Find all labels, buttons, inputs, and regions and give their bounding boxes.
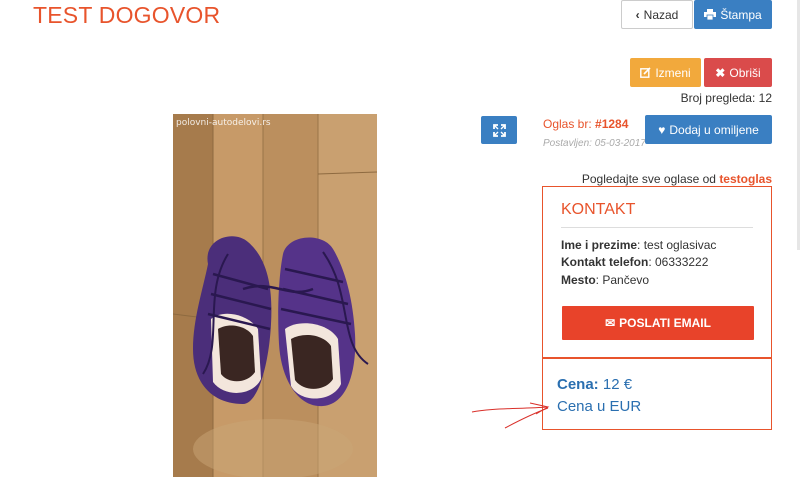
see-all-ads: Pogledajte sve oglase od testoglas xyxy=(582,172,772,186)
see-all-text: Pogledajte sve oglase od xyxy=(581,172,720,186)
seller-link[interactable]: testoglas xyxy=(719,172,772,186)
edit-icon xyxy=(640,67,651,78)
contact-phone-label: Kontakt telefon xyxy=(561,255,649,269)
view-count: Broj pregleda: 12 xyxy=(680,91,772,105)
add-to-favorites-label: Dodaj u omiljene xyxy=(669,122,759,137)
ad-number: Oglas br: #1284 xyxy=(543,117,628,131)
heart-icon: ♥ xyxy=(658,122,666,137)
delete-button-label: Obriši xyxy=(729,65,761,80)
chevron-left-icon: ‹ xyxy=(635,7,640,22)
shoes-photo xyxy=(173,114,377,477)
send-email-label: POSLATI EMAIL xyxy=(619,316,711,330)
contact-city-label: Mesto xyxy=(561,273,596,287)
print-button-label: Štampa xyxy=(720,7,762,22)
contact-city-value: : Pančevo xyxy=(595,273,650,287)
contact-heading: KONTAKT xyxy=(561,201,636,218)
edit-button[interactable]: Izmeni xyxy=(630,58,701,87)
contact-box: KONTAKT Ime i prezime: test oglasivac Ko… xyxy=(542,186,772,358)
envelope-icon: ✉ xyxy=(605,316,616,330)
price-value: 12 € xyxy=(598,376,633,393)
listing-photo[interactable]: polovni-autodelovi.rs xyxy=(173,114,377,477)
contact-name-value: : test oglasivac xyxy=(637,238,717,252)
price-box: Cena: 12 € Cena u EUR xyxy=(542,358,772,430)
delete-button[interactable]: ✖ Obriši xyxy=(704,58,772,87)
price: Cena: 12 € xyxy=(557,376,632,393)
price-label: Cena: xyxy=(557,376,599,393)
contact-phone: Kontakt telefon: 06333222 xyxy=(561,255,708,269)
contact-divider xyxy=(561,227,753,228)
contact-phone-value: : 06333222 xyxy=(648,255,709,269)
printer-icon xyxy=(704,9,717,20)
contact-name: Ime i prezime: test oglasivac xyxy=(561,238,716,252)
expand-icon xyxy=(492,123,506,137)
edit-button-label: Izmeni xyxy=(655,65,691,80)
contact-name-label: Ime i prezime xyxy=(561,238,638,252)
back-button-label: Nazad xyxy=(643,7,679,22)
ad-number-label: Oglas br: xyxy=(543,117,596,131)
fullscreen-button[interactable] xyxy=(481,116,517,144)
send-email-button[interactable]: ✉ POSLATI EMAIL xyxy=(562,306,754,340)
annotation-arrow xyxy=(471,402,550,429)
ad-number-value: #1284 xyxy=(595,117,629,131)
print-button[interactable]: Štampa xyxy=(694,0,772,29)
back-button[interactable]: ‹ Nazad xyxy=(621,0,693,29)
page-title: TEST DOGOVOR xyxy=(33,2,221,28)
close-icon: ✖ xyxy=(715,65,726,80)
photo-watermark: polovni-autodelovi.rs xyxy=(176,118,271,128)
add-to-favorites-button[interactable]: ♥ Dodaj u omiljene xyxy=(645,115,772,144)
currency-link[interactable]: Cena u EUR xyxy=(557,398,641,415)
contact-city: Mesto: Pančevo xyxy=(561,273,649,287)
posted-date: Postavljen: 05-03-2017 xyxy=(543,138,646,149)
